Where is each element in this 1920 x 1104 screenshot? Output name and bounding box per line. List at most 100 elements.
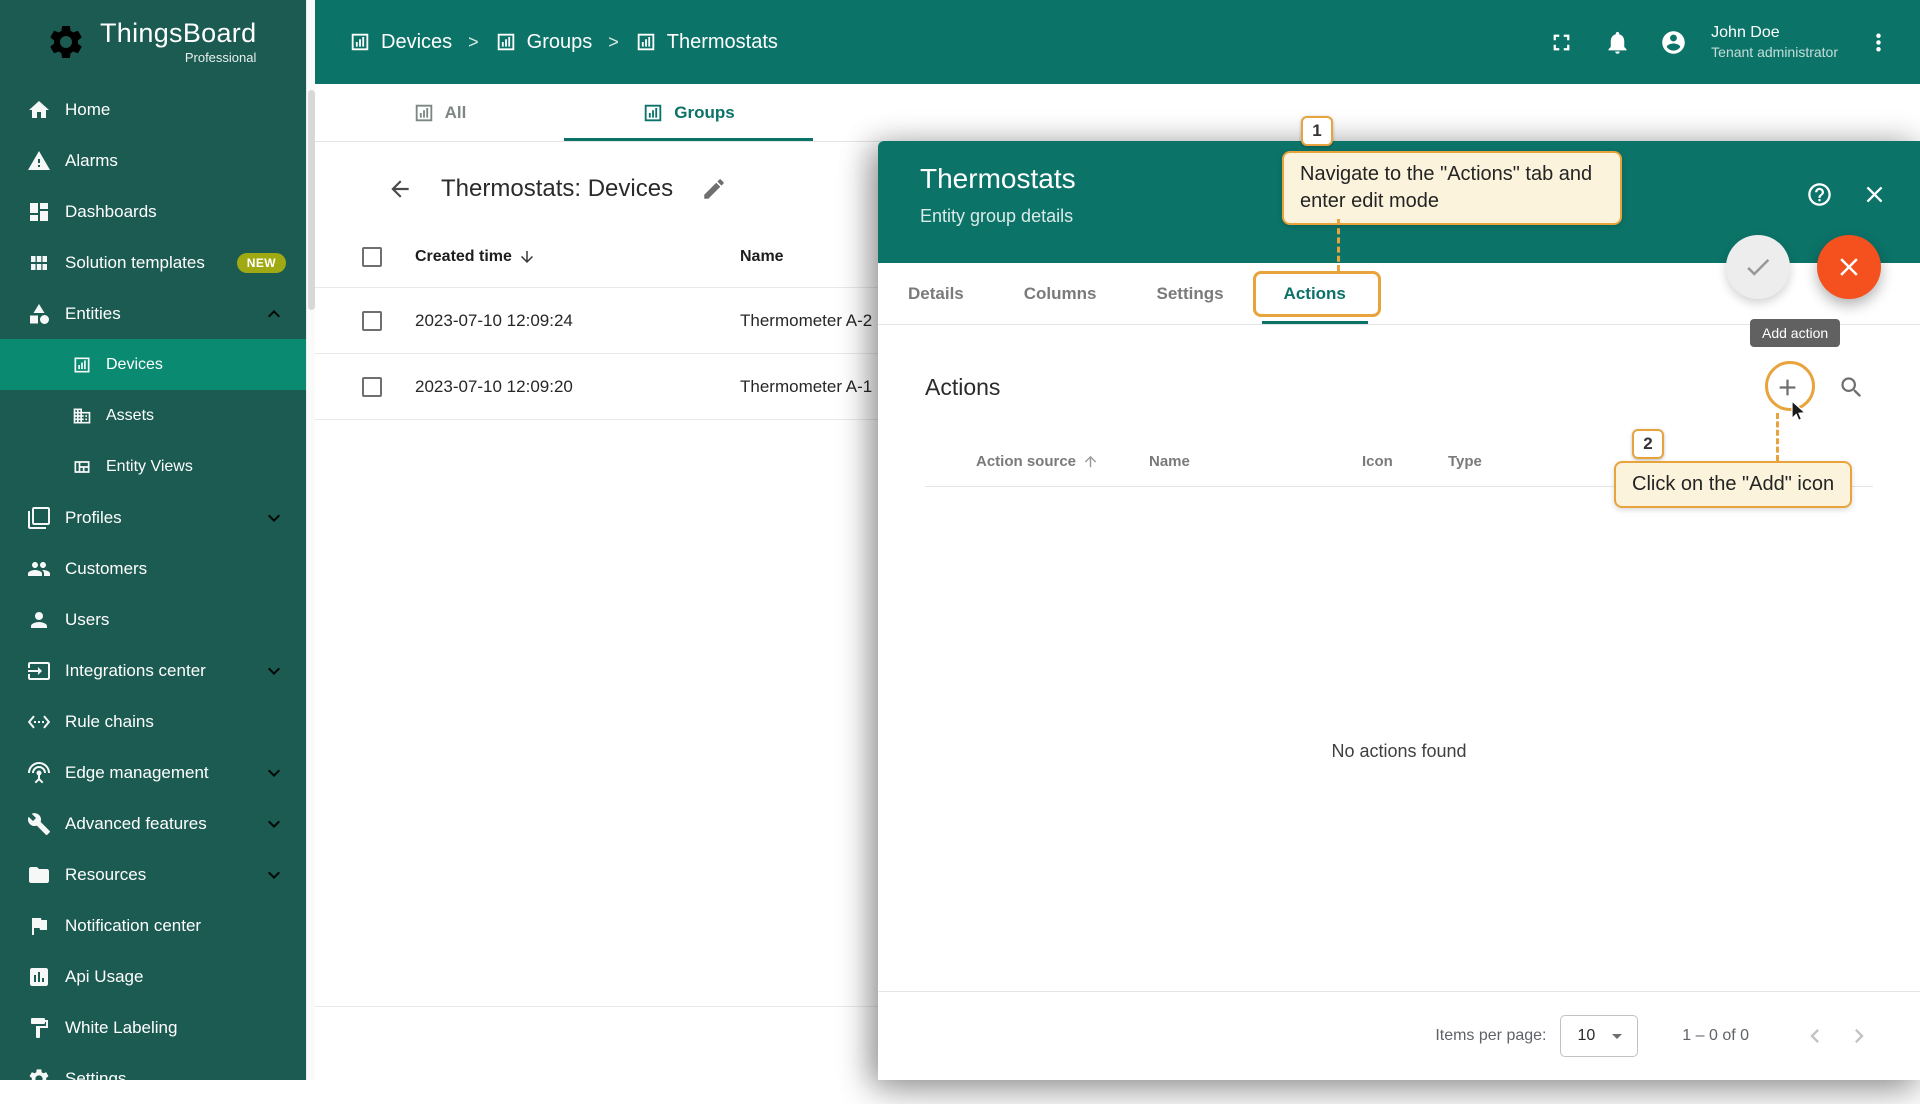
brand-logo[interactable]: ThingsBoard Professional <box>0 0 306 84</box>
sidebar-item-api-usage[interactable]: Api Usage <box>0 951 306 1002</box>
dialog-body: Actions Action source Name Icon Type No … <box>878 325 1920 991</box>
breadcrumb-item-thermostats[interactable]: Thermostats <box>635 31 778 54</box>
step-2-connector-line <box>1776 413 1779 461</box>
sidebar-item-label: Assets <box>106 407 154 425</box>
column-header-name[interactable]: Name <box>740 248 784 266</box>
sidebar-item-dashboards[interactable]: Dashboards <box>0 186 306 237</box>
sidebar-item-assets[interactable]: Assets <box>0 390 306 441</box>
chevron-down-icon <box>262 761 286 785</box>
integrations-icon <box>27 659 51 683</box>
cancel-changes-fab[interactable] <box>1817 235 1881 299</box>
apply-changes-fab[interactable] <box>1726 235 1790 299</box>
chevron-down-icon <box>262 863 286 887</box>
devices-icon <box>642 102 664 124</box>
templates-icon <box>27 251 51 275</box>
tab-groups[interactable]: Groups <box>564 84 813 141</box>
sidebar-item-devices[interactable]: Devices <box>0 339 306 390</box>
cell-created-time: 2023-07-10 12:09:20 <box>415 377 740 397</box>
sidebar-item-label: Customers <box>65 559 147 579</box>
sidebar-item-advanced-features[interactable]: Advanced features <box>0 798 306 849</box>
sidebar-item-settings[interactable]: Settings <box>0 1053 306 1104</box>
sidebar-item-label: Integrations center <box>65 661 206 681</box>
sidebar-item-entity-views[interactable]: Entity Views <box>0 441 306 492</box>
tab-columns[interactable]: Columns <box>994 263 1127 324</box>
sidebar-item-label: Api Usage <box>65 967 143 987</box>
sidebar-item-entities[interactable]: Entities <box>0 288 306 339</box>
column-header-created-time[interactable]: Created time <box>415 248 740 266</box>
sort-desc-icon <box>518 248 536 266</box>
actions-tab-highlight <box>1253 271 1381 317</box>
breadcrumb-item-devices[interactable]: Devices <box>349 31 452 54</box>
pagination-range: 1 – 0 of 0 <box>1682 1027 1749 1045</box>
home-icon <box>27 98 51 122</box>
sidebar-item-users[interactable]: Users <box>0 594 306 645</box>
search-icon <box>1838 374 1865 401</box>
breadcrumb-label: Devices <box>381 31 452 54</box>
sidebar-nav: Home Alarms Dashboards Solution template… <box>0 84 306 1104</box>
breadcrumb-label: Thermostats <box>667 31 778 54</box>
column-header-name: Name <box>1149 453 1362 470</box>
sidebar-item-profiles[interactable]: Profiles <box>0 492 306 543</box>
step-1-badge: 1 <box>1301 116 1333 146</box>
new-badge: NEW <box>237 253 286 273</box>
back-button[interactable] <box>379 168 421 210</box>
prev-page-button[interactable] <box>1793 1014 1837 1058</box>
user-avatar[interactable] <box>1649 18 1697 66</box>
add-action-tooltip: Add action <box>1750 319 1840 347</box>
fullscreen-button[interactable] <box>1537 18 1585 66</box>
sidebar-item-label: Settings <box>65 1069 126 1089</box>
sidebar-item-edge-management[interactable]: Edge management <box>0 747 306 798</box>
header-actions: John Doe Tenant administrator <box>1537 18 1902 66</box>
scrollbar-thumb[interactable] <box>308 90 315 310</box>
search-button[interactable] <box>1829 365 1873 409</box>
chevron-right-icon <box>1845 1022 1873 1050</box>
tab-all[interactable]: All <box>315 84 564 141</box>
devices-icon <box>413 102 435 124</box>
notifications-button[interactable] <box>1593 18 1641 66</box>
more-menu-button[interactable] <box>1854 18 1902 66</box>
more-vert-icon <box>1865 29 1892 56</box>
breadcrumb: Devices > Groups > Thermostats <box>349 31 778 54</box>
sidebar-item-integrations-center[interactable]: Integrations center <box>0 645 306 696</box>
sidebar-item-label: Devices <box>106 356 163 374</box>
close-icon[interactable] <box>1861 181 1888 208</box>
select-all-checkbox[interactable] <box>362 247 382 267</box>
next-page-button[interactable] <box>1837 1014 1881 1058</box>
sidebar-scrollbar[interactable] <box>306 0 315 1080</box>
row-checkbox[interactable] <box>362 377 382 397</box>
tab-settings[interactable]: Settings <box>1126 263 1253 324</box>
tab-details[interactable]: Details <box>878 263 994 324</box>
column-header-action-source[interactable]: Action source <box>976 453 1149 470</box>
row-checkbox[interactable] <box>362 311 382 331</box>
sidebar-item-label: Edge management <box>65 763 209 783</box>
sidebar-item-resources[interactable]: Resources <box>0 849 306 900</box>
cursor-icon <box>1786 399 1810 423</box>
cell-created-time: 2023-07-10 12:09:24 <box>415 311 740 331</box>
page-size-select[interactable]: 10 <box>1560 1015 1638 1057</box>
sidebar-item-rule-chains[interactable]: Rule chains <box>0 696 306 747</box>
column-label: Action source <box>976 453 1076 470</box>
sidebar-item-home[interactable]: Home <box>0 84 306 135</box>
dashboards-icon <box>27 200 51 224</box>
sidebar-item-customers[interactable]: Customers <box>0 543 306 594</box>
empty-state-text: No actions found <box>878 741 1920 762</box>
dialog-header-actions <box>1806 181 1888 208</box>
column-header-type: Type <box>1448 453 1482 470</box>
sidebar-item-notification-center[interactable]: Notification center <box>0 900 306 951</box>
dialog-pagination: Items per page: 10 1 – 0 of 0 <box>878 991 1920 1080</box>
help-icon[interactable] <box>1806 181 1833 208</box>
main-tabs: All Groups <box>315 84 1920 142</box>
devices-icon <box>72 355 92 375</box>
edit-button[interactable] <box>693 168 735 210</box>
sidebar-item-label: Advanced features <box>65 814 207 834</box>
page-title: Thermostats: Devices <box>441 175 673 203</box>
sidebar-item-white-labeling[interactable]: White Labeling <box>0 1002 306 1053</box>
fullscreen-icon <box>1548 29 1575 56</box>
items-per-page-label: Items per page: <box>1435 1027 1546 1045</box>
close-icon <box>1834 252 1864 282</box>
sidebar-item-solution-templates[interactable]: Solution templates NEW <box>0 237 306 288</box>
assets-icon <box>72 406 92 426</box>
sidebar-item-alarms[interactable]: Alarms <box>0 135 306 186</box>
sidebar-item-label: Home <box>65 100 110 120</box>
breadcrumb-item-groups[interactable]: Groups <box>495 31 593 54</box>
